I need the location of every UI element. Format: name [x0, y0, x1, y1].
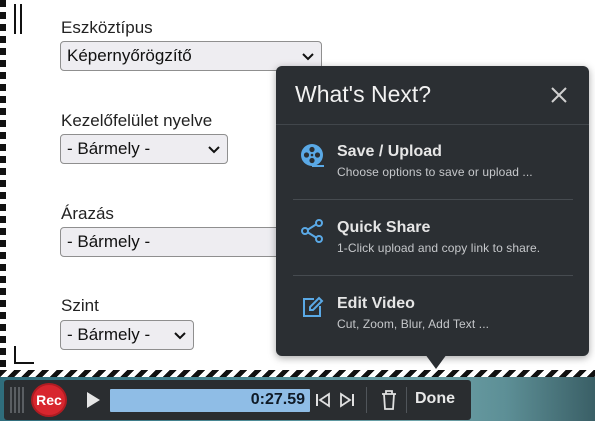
capture-frame-top-left-handle[interactable] — [14, 4, 22, 34]
ui-language-value: - Bármely - — [67, 139, 151, 158]
record-label: Rec — [36, 392, 62, 408]
record-button[interactable]: Rec — [31, 383, 67, 417]
edit-video-title: Edit Video — [337, 295, 415, 312]
toolbar-separator — [366, 387, 367, 413]
level-value: - Bármely - — [67, 325, 151, 344]
chevron-down-icon — [208, 146, 220, 154]
whats-next-popup: What's Next? Save / Upload Choose option… — [276, 66, 589, 356]
row-divider — [293, 199, 573, 200]
popup-header-divider — [276, 124, 589, 125]
ui-language-label: Kezelőfelület nyelve — [61, 111, 213, 130]
chevron-down-icon — [302, 53, 314, 61]
pricing-label: Árazás — [61, 204, 114, 223]
save-upload-subtitle: Choose options to save or upload ... — [337, 165, 533, 179]
skip-to-start-icon[interactable] — [314, 391, 332, 409]
device-type-label: Eszköztípus — [61, 18, 153, 37]
capture-frame-bottom-left-handle[interactable] — [14, 346, 34, 364]
elapsed-time: 0:27.59 — [250, 391, 305, 408]
capture-frame-bottom-edge[interactable] — [0, 370, 595, 377]
row-divider — [293, 275, 573, 276]
capture-frame-left-edge[interactable] — [0, 0, 6, 378]
drag-handle[interactable] — [10, 387, 26, 413]
chevron-down-icon — [174, 332, 186, 340]
share-icon — [301, 219, 323, 243]
pricing-value: - Bármely - — [67, 232, 151, 251]
play-icon[interactable] — [84, 391, 102, 409]
device-type-value: Képernyőrögzítő — [67, 46, 192, 65]
popup-pointer — [425, 354, 447, 369]
save-upload-title: Save / Upload — [337, 143, 442, 160]
toolbar-separator — [406, 387, 407, 413]
quick-share-subtitle: 1-Click upload and copy link to share. — [337, 241, 541, 255]
trash-icon[interactable] — [380, 389, 398, 411]
recorder-toolbar: Rec 0:27.59 Done — [4, 380, 471, 420]
edit-video-subtitle: Cut, Zoom, Blur, Add Text ... — [337, 317, 490, 331]
level-select[interactable]: - Bármely - — [60, 320, 194, 350]
film-reel-icon — [301, 144, 324, 167]
ui-language-select[interactable]: - Bármely - — [60, 134, 228, 164]
quick-share-option[interactable]: Quick Share 1-Click upload and copy link… — [276, 219, 589, 289]
popup-title: What's Next? — [295, 81, 432, 107]
pricing-select[interactable]: - Bármely - — [60, 227, 290, 257]
edit-icon — [303, 296, 324, 317]
close-icon[interactable] — [549, 85, 569, 105]
quick-share-title: Quick Share — [337, 219, 431, 236]
save-upload-option[interactable]: Save / Upload Choose options to save or … — [276, 143, 589, 213]
timeline-scrubber[interactable]: 0:27.59 — [110, 389, 310, 412]
skip-to-end-icon[interactable] — [338, 391, 356, 409]
level-label: Szint — [61, 296, 99, 315]
done-button[interactable]: Done — [415, 390, 455, 408]
